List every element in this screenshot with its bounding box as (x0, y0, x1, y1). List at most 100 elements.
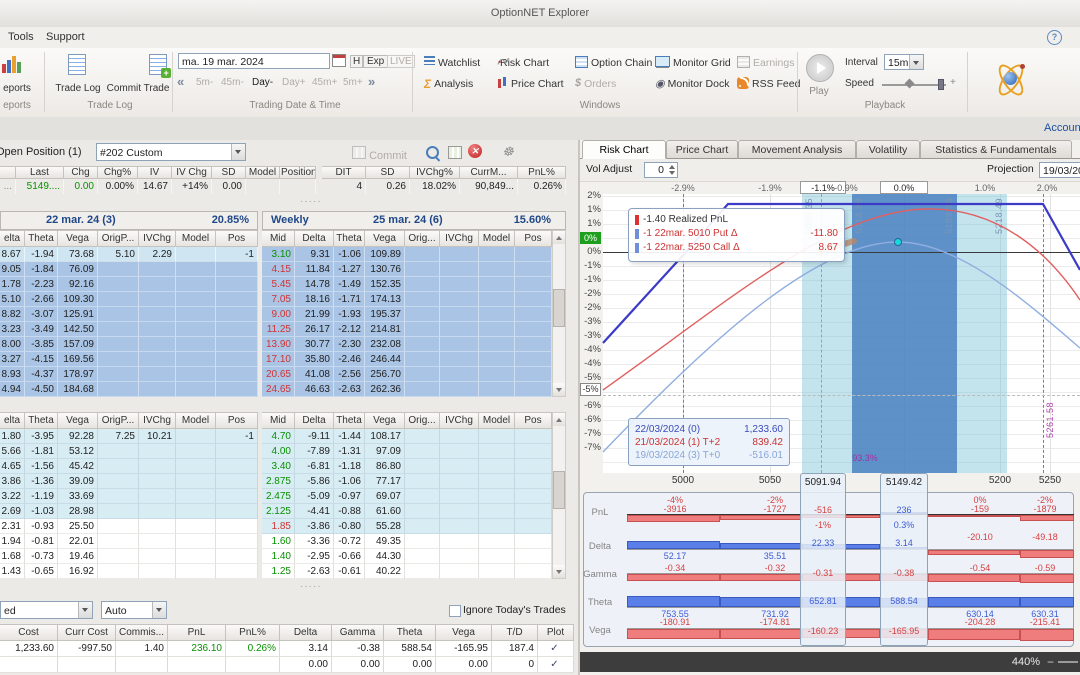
option-row[interactable]: 9.05-1.8476.09 (0, 262, 258, 277)
reports-button[interactable]: eports (0, 83, 40, 94)
splitter-grip[interactable]: ····· (300, 196, 322, 207)
totals-header-row[interactable]: CostCurr CostCommis...PnLPnL%DeltaGammaT… (0, 624, 574, 641)
h-button[interactable]: H (350, 55, 363, 68)
risk-chart-button[interactable]: Risk Chart (497, 56, 549, 73)
speed-plus-icon[interactable]: + (950, 77, 956, 88)
position-mode-select[interactable]: ed (0, 601, 93, 619)
expiry-1-header[interactable]: 22 mar. 24 (3) 20.85% (0, 211, 258, 230)
option-row[interactable]: 13.9030.77-2.30232.08 (262, 337, 552, 352)
totals-row[interactable]: 1,233.60-997.501.40236.100.26%3.14-0.385… (0, 641, 574, 657)
option-row[interactable]: 1.25-2.63-0.6140.22 (262, 564, 552, 579)
scroll-thumb[interactable] (553, 471, 565, 509)
option-row[interactable]: 1.78-2.2392.16 (0, 277, 258, 292)
help-icon[interactable]: ? (1047, 30, 1062, 45)
menu-tools[interactable]: Tools (8, 31, 34, 43)
option-row[interactable]: 9.0021.99-1.93195.37 (262, 307, 552, 322)
scrollbar-vertical[interactable] (552, 412, 566, 579)
option-row[interactable]: 1.80-3.9592.287.2510.21-1 (0, 429, 258, 444)
splitter-grip[interactable]: ····· (300, 581, 322, 592)
option-row[interactable]: 1.43-0.6516.92 (0, 564, 258, 579)
option-chain-button[interactable]: Option Chain (575, 56, 652, 73)
totals-row[interactable]: 0.000.000.000.000✓ (0, 657, 574, 673)
nav-day-minus[interactable]: Day- (252, 77, 273, 88)
option-row[interactable]: 24.6546.63-2.63262.36 (262, 382, 552, 397)
next-step-button[interactable]: » (368, 74, 375, 89)
earnings-button[interactable]: Earnings (737, 56, 794, 73)
option-row[interactable]: 4.94-4.50184.68 (0, 382, 258, 397)
option-header-row[interactable]: MidDeltaThetaVegaOrig...IVChgModelPos (262, 412, 552, 429)
option-row[interactable]: 5.10-2.66109.30 (0, 292, 258, 307)
expiry-2-header[interactable]: Weekly 25 mar. 24 (6) 15.60% (262, 211, 566, 230)
option-row[interactable]: 1.68-0.7319.46 (0, 549, 258, 564)
option-row[interactable]: 3.22-1.1933.69 (0, 489, 258, 504)
chart-legend[interactable]: -1.40 Realized PnL -1 22mar. 5010 Put Δ-… (628, 208, 845, 262)
speed-slider[interactable] (882, 84, 946, 86)
pnl-info-box[interactable]: 22/03/2024 (0)1,233.60 21/03/2024 (1) T+… (628, 418, 790, 466)
position-selector[interactable]: #202 Custom (96, 143, 246, 161)
search-button[interactable] (426, 146, 439, 162)
zoom-slider[interactable] (1058, 661, 1078, 663)
trade-log-icon[interactable] (68, 54, 86, 75)
option-row[interactable]: 4.1511.84-1.27130.76 (262, 262, 552, 277)
commit-trade-button[interactable]: Commit Trade (100, 83, 176, 94)
option-row[interactable]: 2.125-4.41-0.8861.60 (262, 504, 552, 519)
orders-button[interactable]: $Orders (575, 77, 616, 94)
commit-button[interactable]: Commit (352, 146, 407, 162)
scroll-down-icon[interactable] (553, 565, 565, 578)
play-button[interactable] (806, 54, 834, 82)
option-row[interactable]: 3.109.31-1.06109.89 (262, 247, 552, 262)
prev-step-button[interactable]: « (177, 74, 184, 89)
monitor-grid-button[interactable]: Monitor Grid (655, 56, 731, 73)
auto-select[interactable]: Auto (101, 601, 167, 619)
option-row[interactable]: 2.475-5.09-0.9769.07 (262, 489, 552, 504)
option-row[interactable]: 1.40-2.95-0.6644.30 (262, 549, 552, 564)
summary-header-row[interactable]: DITSDIVChg%CurrM...PnL% (322, 166, 566, 179)
interval-select[interactable]: 15m (884, 54, 924, 70)
watchlist-button[interactable]: Watchlist (424, 56, 480, 73)
account-tab[interactable]: Account (1044, 122, 1080, 134)
menu-support[interactable]: Support (46, 31, 85, 43)
analysis-button[interactable]: ΣAnalysis (424, 77, 473, 94)
reports-icon[interactable] (2, 56, 21, 73)
option-row[interactable]: 8.00-3.85157.09 (0, 337, 258, 352)
zoom-out-icon[interactable]: − (1047, 655, 1054, 669)
option-row[interactable]: 20.6541.08-2.56256.70 (262, 367, 552, 382)
option-row[interactable]: 2.31-0.9325.50 (0, 519, 258, 534)
trading-date-input[interactable]: ma. 19 mar. 2024 (178, 53, 330, 69)
scroll-up-icon[interactable] (553, 413, 565, 426)
summary-row[interactable]: ...5149....0.000.00%14.67+14%0.00 (0, 179, 316, 194)
option-row[interactable]: 7.0518.16-1.71174.13 (262, 292, 552, 307)
option-row[interactable]: 2.875-5.86-1.0677.17 (262, 474, 552, 489)
option-row[interactable]: 8.93-4.37178.97 (0, 367, 258, 382)
option-row[interactable]: 1.85-3.86-0.8055.28 (262, 519, 552, 534)
option-header-row[interactable]: eltaThetaVegaOrigP...IVChgModelPos (0, 230, 258, 247)
commit-trade-icon[interactable]: + (149, 54, 167, 75)
option-row[interactable]: 4.00-7.89-1.3197.09 (262, 444, 552, 459)
option-row[interactable]: 5.4514.78-1.49152.35 (262, 277, 552, 292)
option-row[interactable]: 2.69-1.0328.98 (0, 504, 258, 519)
nav-day-plus[interactable]: Day+ (282, 77, 306, 88)
option-header-row[interactable]: MidDeltaThetaVegaOrig...IVChgModelPos (262, 230, 552, 247)
nav-5m-plus[interactable]: 5m+ (343, 77, 363, 88)
option-row[interactable]: 1.94-0.8122.01 (0, 534, 258, 549)
monitor-dock-button[interactable]: ◉Monitor Dock (655, 77, 729, 94)
nav-45m-minus[interactable]: 45m- (221, 77, 244, 88)
speed-slider-thumb[interactable] (905, 79, 915, 89)
option-row[interactable]: 4.70-9.11-1.44108.17 (262, 429, 552, 444)
nav-45m-plus[interactable]: 45m+ (312, 77, 337, 88)
export-button[interactable] (448, 146, 462, 162)
summary-row[interactable]: 40.2618.02%90,849...0.26% (322, 179, 566, 194)
option-row[interactable]: 3.40-6.81-1.1886.80 (262, 459, 552, 474)
option-row[interactable]: 8.82-3.07125.91 (0, 307, 258, 322)
option-row[interactable]: 8.67-1.9473.685.102.29-1 (0, 247, 258, 262)
rss-feed-button[interactable]: RSS Feed (737, 77, 800, 94)
option-row[interactable]: 4.65-1.5645.42 (0, 459, 258, 474)
scrollbar-vertical[interactable] (552, 230, 566, 397)
scroll-up-icon[interactable] (553, 231, 565, 244)
calendar-button[interactable] (332, 54, 346, 70)
option-row[interactable]: 1.60-3.36-0.7249.35 (262, 534, 552, 549)
scroll-thumb[interactable] (553, 289, 565, 327)
settings-button[interactable]: ☸ (502, 144, 514, 160)
price-chart-button[interactable]: Price Chart (497, 77, 564, 94)
option-row[interactable]: 11.2526.17-2.12214.81 (262, 322, 552, 337)
